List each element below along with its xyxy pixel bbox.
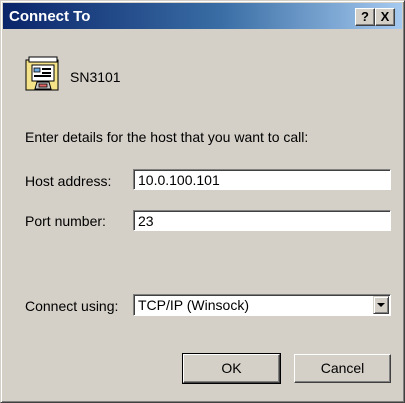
dialog-title: Connect To <box>9 8 91 25</box>
connect-using-select[interactable]: TCP/IP (Winsock) <box>133 294 391 316</box>
connect-to-dialog: Connect To ? X SN3101 Enter details for … <box>0 0 405 403</box>
help-button[interactable]: ? <box>355 8 375 26</box>
dropdown-arrow-icon[interactable] <box>373 296 389 314</box>
connect-using-value: TCP/IP (Winsock) <box>138 297 249 313</box>
connect-using-label: Connect using: <box>25 298 119 314</box>
title-bar[interactable]: Connect To ? X <box>3 3 402 29</box>
instructions-text: Enter details for the host that you want… <box>25 129 309 145</box>
host-address-input[interactable] <box>133 169 391 190</box>
ok-button[interactable]: OK <box>182 353 281 384</box>
port-number-label: Port number: <box>25 213 106 229</box>
cancel-button[interactable]: Cancel <box>294 354 391 383</box>
close-button[interactable]: X <box>375 8 395 26</box>
connection-name: SN3101 <box>70 69 121 85</box>
host-address-label: Host address: <box>25 173 112 189</box>
port-number-input[interactable] <box>133 210 391 231</box>
phone-connection-icon <box>25 56 59 91</box>
